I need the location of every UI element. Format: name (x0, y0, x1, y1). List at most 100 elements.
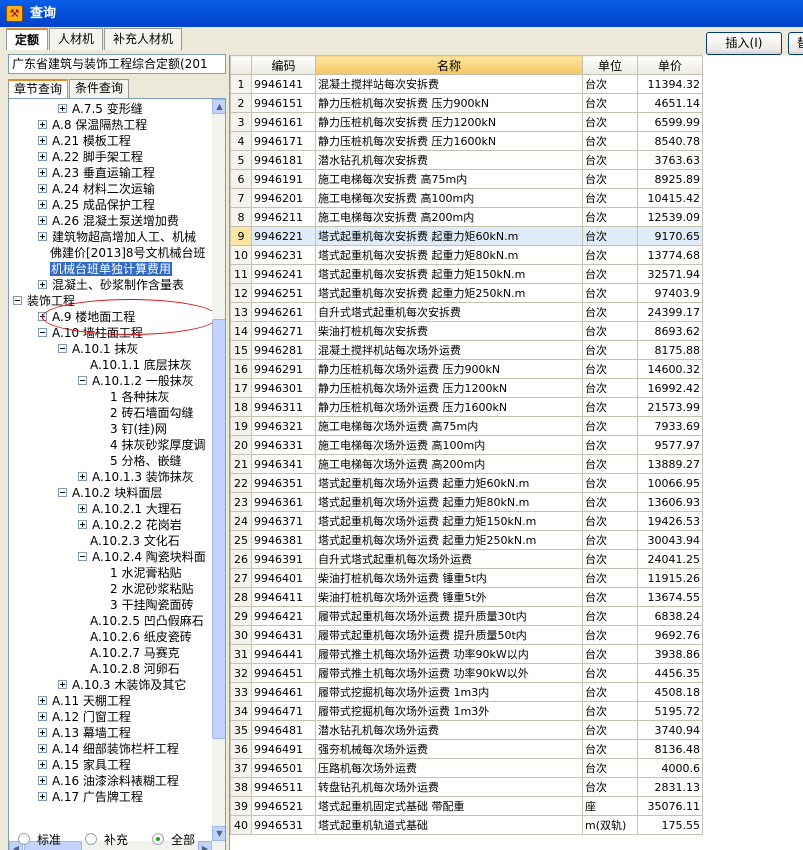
table-row[interactable]: 2 9946151 静力压桩机每次安拆费 压力900kN 台次 4651.14 (230, 93, 703, 113)
cell-unit[interactable]: 台次 (582, 359, 638, 379)
cell-price[interactable]: 4456.35 (637, 663, 703, 683)
tree-node[interactable]: 2 砖石墙面勾缝 (110, 405, 193, 421)
cell-name[interactable]: 履带式挖掘机每次场外运费 1m3外 (315, 701, 583, 721)
cell-price[interactable]: 24399.17 (637, 302, 703, 322)
expand-plus-icon[interactable] (38, 120, 47, 129)
cell-code[interactable]: 9946191 (251, 169, 316, 189)
cell-code[interactable]: 9946141 (251, 74, 316, 94)
expand-plus-icon[interactable] (38, 136, 47, 145)
tab-chapter-search[interactable]: 章节查询 (8, 79, 69, 98)
column-header-price[interactable]: 单价 (637, 55, 703, 75)
cell-unit[interactable]: 台次 (582, 473, 638, 493)
cell-unit[interactable]: 台次 (582, 454, 638, 474)
row-number[interactable]: 19 (230, 416, 252, 436)
expand-plus-icon[interactable] (38, 744, 47, 753)
expand-plus-icon[interactable] (38, 152, 47, 161)
row-number[interactable]: 16 (230, 359, 252, 379)
cell-name[interactable]: 转盘钻孔机每次场外运费 (315, 777, 583, 797)
radio-supplement[interactable]: 补充 (85, 831, 128, 848)
scroll-up-arrow-icon[interactable]: ▲ (212, 99, 225, 114)
expand-plus-icon[interactable] (38, 280, 47, 289)
collapse-minus-icon[interactable] (78, 376, 87, 385)
cell-price[interactable]: 35076.11 (637, 796, 703, 816)
table-row[interactable]: 9 9946221 塔式起重机每次安拆费 起重力矩60kN.m 台次 9170.65 (230, 226, 703, 246)
cell-price[interactable]: 21573.99 (637, 397, 703, 417)
collapse-minus-icon[interactable] (13, 296, 22, 305)
cell-unit[interactable]: 台次 (582, 568, 638, 588)
table-row[interactable]: 20 9946331 施工电梯每次场外运费 高100m内 台次 9577.97 (230, 435, 703, 455)
table-row[interactable]: 27 9946401 柴油打桩机每次场外运费 锤重5t内 台次 11915.26 (230, 568, 703, 588)
cell-name[interactable]: 塔式起重机每次安拆费 起重力矩150kN.m (315, 264, 583, 284)
row-number[interactable]: 18 (230, 397, 252, 417)
cell-name[interactable]: 静力压桩机每次安拆费 压力1200kN (315, 112, 583, 132)
cell-unit[interactable]: 台次 (582, 169, 638, 189)
table-row[interactable]: 25 9946381 塔式起重机每次场外运费 起重力矩250kN.m 台次 30043.… (230, 530, 703, 550)
cell-code[interactable]: 9946301 (251, 378, 316, 398)
cell-price[interactable]: 3740.94 (637, 720, 703, 740)
cell-code[interactable]: 9946391 (251, 549, 316, 569)
row-number[interactable]: 31 (230, 644, 252, 664)
row-number[interactable]: 21 (230, 454, 252, 474)
column-header-code[interactable]: 编码 (251, 55, 316, 75)
tree-node[interactable]: A.16 油漆涂料裱糊工程 (38, 773, 179, 789)
cell-name[interactable]: 施工电梯每次安拆费 高200m内 (315, 207, 583, 227)
cell-unit[interactable]: 台次 (582, 321, 638, 341)
tree-node[interactable]: A.10.2.4 陶瓷块料面 (78, 549, 206, 565)
row-number[interactable]: 33 (230, 682, 252, 702)
cell-unit[interactable]: 台次 (582, 226, 638, 246)
cell-name[interactable]: 塔式起重机每次安拆费 起重力矩60kN.m (315, 226, 583, 246)
cell-name[interactable]: 混凝土搅拌机站每次场外运费 (315, 340, 583, 360)
cell-code[interactable]: 9946521 (251, 796, 316, 816)
cell-name[interactable]: 施工电梯每次安拆费 高75m内 (315, 169, 583, 189)
cell-unit[interactable]: 台次 (582, 625, 638, 645)
cell-name[interactable]: 柴油打桩机每次安拆费 (315, 321, 583, 341)
row-number[interactable]: 7 (230, 188, 252, 208)
table-row[interactable]: 12 9946251 塔式起重机每次安拆费 起重力矩250kN.m 台次 97403.9 (230, 283, 703, 303)
cell-unit[interactable]: 台次 (582, 112, 638, 132)
cell-code[interactable]: 9946461 (251, 682, 316, 702)
tree-node[interactable]: A.12 门窗工程 (38, 709, 131, 725)
cell-name[interactable]: 塔式起重机轨道式基础 (315, 815, 583, 835)
tree-node[interactable]: A.10.2.3 文化石 (90, 533, 180, 549)
row-number[interactable]: 17 (230, 378, 252, 398)
row-number[interactable]: 30 (230, 625, 252, 645)
row-number[interactable]: 26 (230, 549, 252, 569)
tree-node[interactable]: A.10.2.8 河卵石 (90, 661, 180, 677)
row-number[interactable]: 8 (230, 207, 252, 227)
row-number[interactable]: 29 (230, 606, 252, 626)
cell-price[interactable]: 3763.63 (637, 150, 703, 170)
cell-unit[interactable]: 台次 (582, 492, 638, 512)
tree-node[interactable]: 1 各种抹灰 (110, 389, 169, 405)
cell-name[interactable]: 压路机每次场外运费 (315, 758, 583, 778)
cell-name[interactable]: 施工电梯每次场外运费 高75m内 (315, 416, 583, 436)
tree-node[interactable]: A.11 天棚工程 (38, 693, 131, 709)
cell-price[interactable]: 13774.68 (637, 245, 703, 265)
cell-unit[interactable]: 台次 (582, 150, 638, 170)
tree-node[interactable]: 2 水泥砂浆粘贴 (110, 581, 193, 597)
expand-plus-icon[interactable] (38, 792, 47, 801)
tree-node[interactable]: A.7.5 变形缝 (58, 101, 143, 117)
cell-code[interactable]: 9946241 (251, 264, 316, 284)
cell-unit[interactable]: 台次 (582, 283, 638, 303)
cell-code[interactable]: 9946281 (251, 340, 316, 360)
expand-plus-icon[interactable] (38, 232, 47, 241)
tree-node[interactable]: A.14 细部装饰栏杆工程 (38, 741, 179, 757)
table-row[interactable]: 35 9946481 潜水钻孔机每次场外运费 台次 3740.94 (230, 720, 703, 740)
cell-unit[interactable]: 台次 (582, 340, 638, 360)
row-number[interactable]: 3 (230, 112, 252, 132)
table-row[interactable]: 28 9946411 柴油打桩机每次场外运费 锤重5t外 台次 13674.55 (230, 587, 703, 607)
tree-node[interactable]: 5 分格、嵌缝 (110, 453, 181, 469)
cell-name[interactable]: 静力压桩机每次安拆费 压力900kN (315, 93, 583, 113)
cell-name[interactable]: 塔式起重机每次场外运费 起重力矩60kN.m (315, 473, 583, 493)
cell-code[interactable]: 9946411 (251, 587, 316, 607)
table-row[interactable]: 23 9946361 塔式起重机每次场外运费 起重力矩80kN.m 台次 13606.9… (230, 492, 703, 512)
cell-name[interactable]: 塔式起重机每次场外运费 起重力矩80kN.m (315, 492, 583, 512)
cell-code[interactable]: 9946181 (251, 150, 316, 170)
row-number[interactable]: 23 (230, 492, 252, 512)
cell-price[interactable]: 30043.94 (637, 530, 703, 550)
cell-code[interactable]: 9946331 (251, 435, 316, 455)
expand-plus-icon[interactable] (58, 104, 67, 113)
table-row[interactable]: 11 9946241 塔式起重机每次安拆费 起重力矩150kN.m 台次 32571.9… (230, 264, 703, 284)
tab-condition-search[interactable]: 条件查询 (69, 79, 130, 98)
tree-node[interactable]: 3 钉(挂)网 (110, 421, 167, 437)
